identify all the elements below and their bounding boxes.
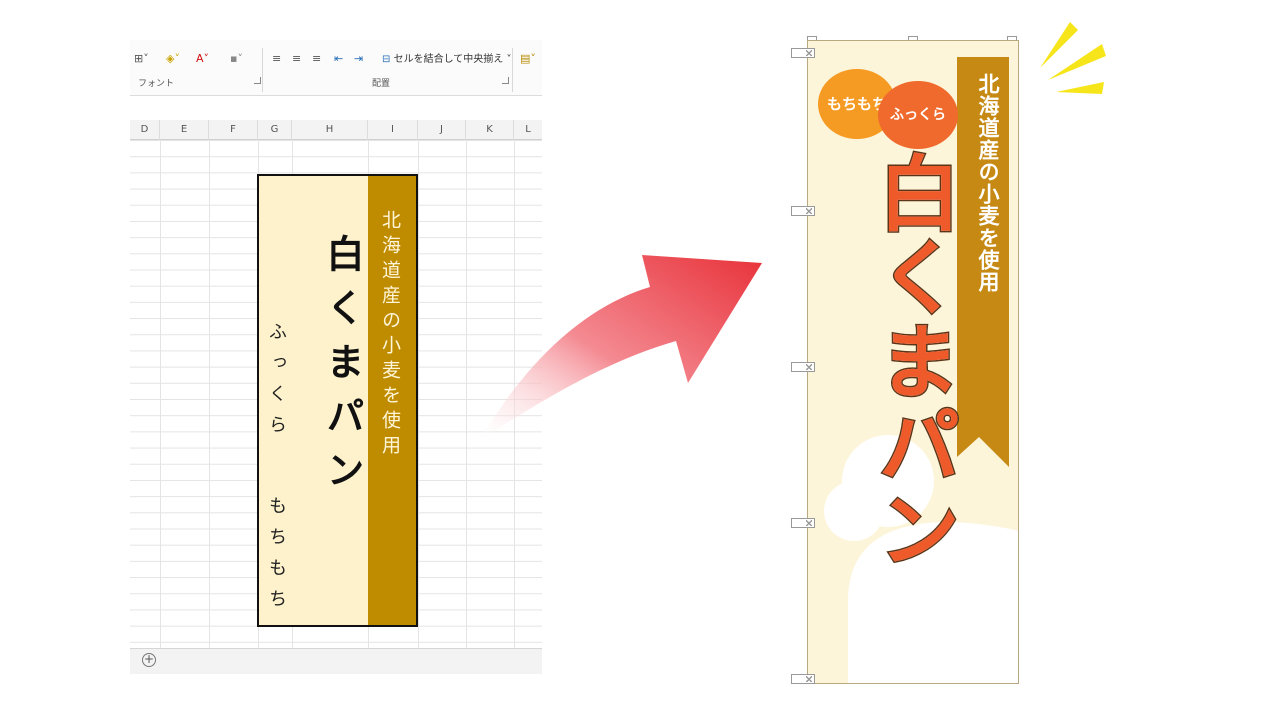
- grommet: [791, 362, 815, 372]
- transform-arrow-icon: [480, 255, 762, 440]
- borders-icon[interactable]: ⊞˅: [134, 52, 149, 65]
- indent-decrease-icon[interactable]: ⇤: [334, 52, 343, 65]
- formula-area: [130, 96, 542, 116]
- column-header[interactable]: H: [292, 120, 368, 140]
- align-dialog-launcher-icon[interactable]: [502, 77, 509, 84]
- align-center-icon[interactable]: ≡: [292, 52, 301, 65]
- column-header[interactable]: D: [130, 120, 160, 140]
- ribbon-separator: [262, 48, 263, 92]
- grommet: [791, 674, 815, 684]
- column-header[interactable]: J: [418, 120, 466, 140]
- merge-icon: ⊟: [382, 54, 391, 65]
- align-left-icon[interactable]: ≡: [272, 52, 281, 65]
- nobori-title: 白くまパン: [863, 150, 961, 573]
- grommet: [791, 48, 815, 58]
- grid-line: [160, 140, 161, 648]
- banner-title: 白くまパン: [320, 234, 364, 504]
- phonetic-icon[interactable]: ▪˅: [230, 52, 243, 65]
- merge-button-label: セルを結合して中央揃え: [393, 54, 504, 65]
- grommet: [791, 206, 815, 216]
- sparkle-icon: [1040, 22, 1106, 94]
- column-header[interactable]: K: [466, 120, 514, 140]
- banner-subtitle: 北海道産の小麦を使用: [379, 210, 401, 460]
- font-color-icon[interactable]: A˅: [196, 52, 209, 65]
- sheet-tab-bar: +: [130, 648, 542, 674]
- column-header[interactable]: I: [368, 120, 418, 140]
- grid-line: [466, 140, 467, 648]
- column-header[interactable]: F: [209, 120, 258, 140]
- banner-phrase-mochimochi: もちもち: [266, 496, 287, 620]
- column-header[interactable]: L: [514, 120, 542, 140]
- fill-color-icon[interactable]: ◈˅: [166, 52, 180, 65]
- column-header-row: D E F G H I J K L: [130, 120, 542, 140]
- column-header[interactable]: G: [258, 120, 292, 140]
- nobori-subtitle: 北海道産の小麦を使用: [976, 73, 1000, 293]
- banner-phrase-fukkura: ふっくら: [266, 322, 287, 446]
- excel-banner-design[interactable]: 北海道産の小麦を使用 白くまパン ふっくら もちもち: [257, 174, 418, 627]
- ribbon: ⊞˅ ◈˅ A˅ ▪˅ ≡ ≡ ≡ ⇤ ⇥ ⊟ セルを結合して中央揃え ˅ ▤˅…: [130, 40, 542, 96]
- grid-line: [209, 140, 210, 648]
- bubble-fukkura: ふっくら: [878, 81, 958, 149]
- grid-line: [418, 140, 419, 648]
- align-group-label: 配置: [372, 79, 391, 89]
- indent-increase-icon[interactable]: ⇥: [354, 52, 363, 65]
- nobori-banner: 北海道産の小麦を使用 もちもち ふっくら 白くまパン: [785, 30, 1025, 690]
- font-group-label: フォント: [138, 79, 175, 89]
- ribbon-separator: [512, 48, 513, 92]
- number-format-icon[interactable]: ▤˅: [520, 52, 536, 65]
- font-dialog-launcher-icon[interactable]: [254, 77, 261, 84]
- align-right-icon[interactable]: ≡: [312, 52, 321, 65]
- nobori-cloth: 北海道産の小麦を使用 もちもち ふっくら 白くまパン: [807, 40, 1019, 684]
- column-header[interactable]: E: [160, 120, 209, 140]
- chevron-down-icon: ˅: [506, 54, 512, 65]
- add-sheet-icon[interactable]: +: [142, 653, 156, 667]
- merge-button[interactable]: ⊟ セルを結合して中央揃え ˅: [382, 50, 511, 65]
- grommet: [791, 518, 815, 528]
